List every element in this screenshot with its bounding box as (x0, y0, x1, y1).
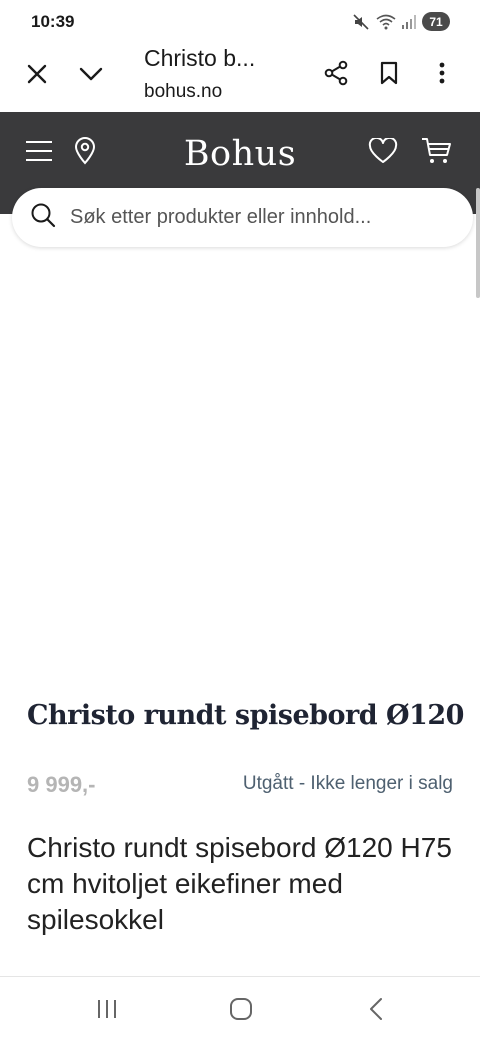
share-icon[interactable] (318, 55, 354, 91)
battery-indicator: 71 (422, 12, 450, 31)
page-scrollbar[interactable] (476, 188, 480, 298)
product-gallery[interactable] (0, 214, 480, 672)
gallery-dot[interactable] (202, 630, 210, 638)
product-description: Christo rundt spisebord Ø120 H75 cm hvit… (27, 832, 452, 935)
search-input[interactable]: Søk etter produkter eller innhold... (70, 206, 371, 229)
product-price: 9 999,- (27, 772, 96, 797)
product-image (70, 281, 410, 532)
wifi-icon (376, 14, 396, 30)
close-icon[interactable] (19, 56, 55, 92)
page-title[interactable]: Christo b... (144, 45, 255, 72)
recent-apps-icon[interactable] (87, 991, 127, 1027)
gallery-dot[interactable] (52, 630, 60, 638)
gallery-dot[interactable] (152, 630, 160, 638)
product-title: Christo rundt spisebord Ø120 (27, 700, 464, 731)
browser-toolbar: Christo b... bohus.no (0, 44, 480, 112)
gallery-dot[interactable] (102, 630, 110, 638)
status-icons: 71 (352, 12, 450, 31)
cart-icon[interactable] (419, 133, 455, 169)
status-time: 10:39 (31, 12, 75, 31)
back-icon[interactable] (356, 991, 396, 1027)
search-bar[interactable]: Søk etter produkter eller innhold... (12, 188, 473, 247)
bookmark-icon[interactable] (371, 55, 407, 91)
gallery-dot[interactable] (177, 630, 185, 638)
more-vertical-icon[interactable] (424, 55, 460, 91)
gallery-pagination (27, 630, 210, 638)
gallery-dot[interactable] (127, 630, 135, 638)
system-nav-bar (0, 976, 480, 1040)
home-icon[interactable] (221, 991, 261, 1027)
mute-icon (352, 13, 370, 31)
gallery-dot[interactable] (77, 630, 85, 638)
availability-status: Utgått - Ikke lenger i salg (242, 773, 453, 794)
zoom-in-icon[interactable] (423, 616, 451, 644)
search-icon (30, 202, 56, 233)
chevron-down-icon[interactable] (73, 56, 109, 92)
heart-icon[interactable] (365, 133, 401, 169)
status-bar: 10:39 71 (0, 0, 480, 44)
page-url[interactable]: bohus.no (144, 81, 222, 103)
gallery-dot[interactable] (27, 630, 35, 638)
signal-icon (402, 14, 416, 29)
site-logo[interactable]: Bohus (0, 134, 480, 174)
